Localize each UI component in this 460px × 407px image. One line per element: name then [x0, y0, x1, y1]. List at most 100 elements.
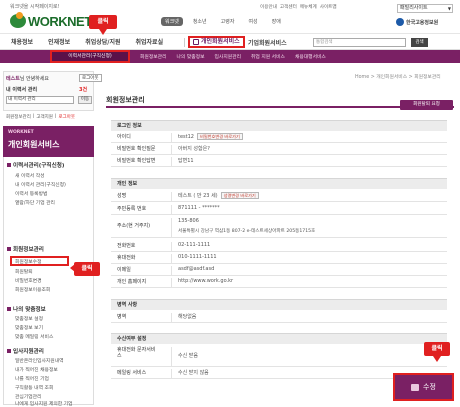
ministry-text: 한국고용정보원 [406, 19, 439, 26]
row-value: 아버지 성함은? [178, 146, 210, 152]
worknet-logo[interactable]: WORKNET [10, 11, 100, 31]
lm-item[interactable]: 회원탈퇴 [15, 268, 33, 275]
gnb-personal-member-service[interactable]: 개인회원서비스 [188, 36, 245, 48]
member-edit-highlight [10, 256, 69, 266]
page-title: 회원정보관리 [106, 96, 145, 104]
subnav-custom-info[interactable]: 나의 맞춤정보 [176, 53, 204, 60]
breadcrumb: Home > 개인회원서비스 > 회원정보관리 [355, 75, 441, 80]
user-type-tabs: 워크넷 청소년 고령자 여성 장애 [161, 17, 285, 26]
family-site-select[interactable]: 패밀리사이트 [397, 4, 453, 13]
gnb-jobs[interactable]: 채용정보 [11, 37, 33, 46]
edit-button[interactable]: 수정 [393, 373, 454, 401]
gnb-corporate-member-service[interactable]: 기업회원서비스 [248, 38, 287, 47]
row-label: 전화번호 [117, 243, 136, 249]
greeting: 테스트님 안녕하세요 [6, 75, 49, 82]
tab-youth[interactable]: 청소년 [189, 17, 211, 26]
withdraw-request-button[interactable]: 회원탈퇴 요청 [400, 100, 453, 110]
gnb-resources[interactable]: 취업자료실 [136, 37, 164, 46]
lm-section-application[interactable]: 입사지원관리 [7, 347, 44, 355]
divider: | [54, 114, 57, 119]
row-label: 주민등록 번호 [117, 206, 147, 212]
military-header: 병역 사항 [111, 299, 447, 310]
top-links: 이용안내 고객센터 메뉴체계 사이트맵 [260, 4, 337, 10]
address-value: 서울특별시 강남구 역삼1동 807-2 e-테스트세상아파트 205동1715… [178, 229, 316, 234]
user-name: 테스트 [6, 76, 20, 82]
lm-item[interactable]: 회원정보이용조회 [15, 286, 50, 293]
lm-item[interactable]: 열람/차단 기업 관리 [15, 199, 55, 206]
lm-item[interactable]: 나에게 입사지원 제의한 기업 [15, 400, 73, 407]
ministry-logo: 한국고용정보원 [396, 18, 438, 26]
change-name-button[interactable]: 성명변경 바로가기 [220, 192, 259, 199]
edit-label: 수정 [423, 383, 436, 391]
zipcode-value: 135-806 [178, 218, 199, 224]
link-logout[interactable]: 로그아웃 [58, 114, 75, 120]
row-label: 개인 홈페이지 [117, 279, 147, 285]
lm-item[interactable]: 나를 찍어진 기업 [15, 375, 49, 382]
tab-worknet[interactable]: 워크넷 [161, 17, 183, 26]
lm-item[interactable]: 구직활동 내역 조회 [15, 384, 53, 391]
my-resume-select[interactable]: 내 이력서 관리 [6, 96, 74, 104]
row-pw-answer: 비밀번호 확인답변 답변11 [111, 157, 447, 167]
gnb-talent[interactable]: 인재정보 [48, 37, 70, 46]
row-value: 수신 받음 [178, 353, 198, 359]
lm-item[interactable]: 일반온라인입사지원내역 [15, 357, 64, 364]
lm-item[interactable]: 맞춤 메일링 서비스 [15, 333, 53, 340]
ministry-icon [396, 18, 404, 26]
lm-section-member-info[interactable]: 회원정보관리 [7, 245, 44, 253]
row-ssn: 주민등록 번호 871111 - ******* [111, 205, 447, 215]
change-password-button[interactable]: 비밀번호변경 바로가기 [196, 133, 243, 140]
row-military: 병역 해당없음 [111, 313, 447, 323]
lm-item[interactable]: 관심기업관리 [15, 393, 41, 400]
lm-item[interactable]: 새 이력서 작성 [15, 172, 45, 179]
row-homepage: 개인 홈페이지 http://www.work.go.kr [111, 278, 447, 288]
search-button[interactable]: 검색 [411, 38, 428, 47]
subnav-member-info[interactable]: 회원정보관리 [140, 53, 166, 60]
logout-button[interactable]: 로그아웃 [79, 74, 102, 82]
top-link-guide[interactable]: 이용안내 [260, 4, 277, 10]
tab-senior[interactable]: 고령자 [217, 17, 239, 26]
subnav-resume-management[interactable]: 이력서관리(구직신청) [50, 50, 130, 63]
row-label: 이메일 [117, 267, 131, 273]
subnav-recruit-agency[interactable]: 채용대행서비스 [295, 53, 326, 60]
row-label: 성명 [117, 193, 127, 199]
left-menu-title: 개인회원서비스 [8, 140, 60, 149]
lm-item[interactable]: 이력서 등록방법 [15, 190, 47, 197]
search-input[interactable]: 통합검색 [313, 38, 406, 47]
row-value: 수신 받지 않음 [178, 370, 209, 376]
link-support[interactable]: 고객지원 [36, 114, 53, 120]
tab-disabled[interactable]: 장애 [268, 17, 285, 26]
pencil-icon [411, 383, 420, 391]
lm-item[interactable]: 맞춤정보 보기 [15, 324, 43, 331]
row-label: 병역 [117, 314, 127, 320]
gnb-items: 채용정보 인재정보 취업상담/지원 취업자료실 [11, 37, 178, 46]
link-member-info[interactable]: 회원정보관리 [6, 114, 31, 120]
top-link-menu[interactable]: 메뉴체계 [300, 4, 317, 10]
lm-item[interactable]: 내 이력서 관리(구직신청) [15, 181, 66, 188]
lm-section-resume[interactable]: 이력서관리(구직신청) [7, 161, 64, 169]
subnav-application[interactable]: 입사지원관리 [215, 53, 241, 60]
top-link-sitemap[interactable]: 사이트맵 [320, 4, 337, 10]
login-info-header: 로그인 정보 [111, 120, 447, 131]
my-resume-title: 내 이력서 관리 [6, 87, 38, 93]
cell-divider [171, 205, 172, 214]
left-quick-links: 회원정보관리 | 고객지원 | 로그아웃 [6, 114, 75, 120]
gnb-counsel[interactable]: 취업상담/지원 [85, 37, 120, 46]
cell-divider [171, 278, 172, 287]
lm-item[interactable]: 내가 찍어진 채용정보 [15, 366, 58, 373]
lm-section-custom[interactable]: 나의 맞춤정보 [7, 305, 46, 313]
row-value: 871111 - ******* [178, 205, 220, 211]
tab-women[interactable]: 여성 [244, 17, 261, 26]
cell-divider [171, 133, 172, 142]
person-icon [193, 39, 199, 45]
cell-divider [171, 157, 172, 166]
lm-item[interactable]: 맞춤정보 설정 [15, 315, 43, 322]
go-button[interactable]: 이동 [78, 96, 92, 104]
row-value: asdf@asdf.asd [178, 266, 215, 272]
click-callout-menu: 클릭 [70, 262, 100, 276]
consent-header: 수신여부 설정 [111, 333, 447, 344]
lm-item[interactable]: 비밀번호변경 [15, 277, 41, 284]
top-link-support[interactable]: 고객센터 [280, 4, 297, 10]
start-page-link[interactable]: 워크넷을 시작페이지로! [10, 3, 60, 10]
subnav-support[interactable]: 취업 지원 서비스 [251, 53, 285, 60]
cell-divider [171, 218, 172, 237]
